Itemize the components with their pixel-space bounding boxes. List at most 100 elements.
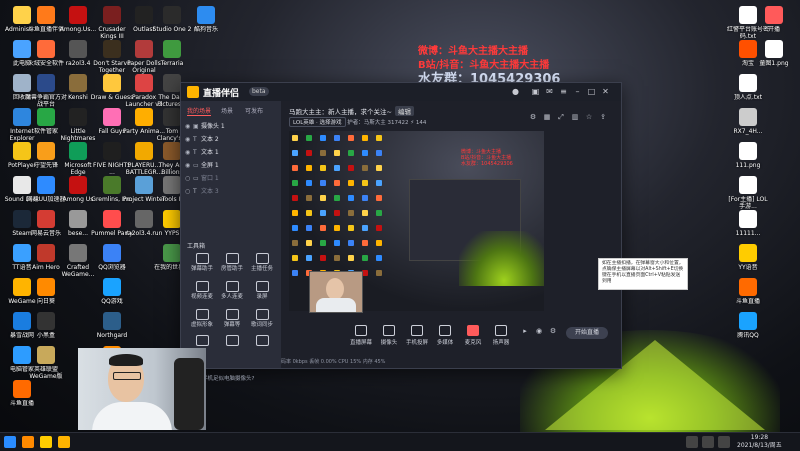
preview-icon — [306, 255, 312, 261]
maximize-icon[interactable]: □ — [587, 87, 596, 96]
source-item[interactable]: ◉ T 文本 2 — [185, 134, 277, 145]
preview-icon — [306, 240, 312, 246]
preview-icon — [306, 180, 312, 186]
preview-icon — [376, 135, 382, 141]
app-icon — [739, 278, 757, 296]
gear-icon[interactable]: ⚙ — [549, 327, 557, 335]
app-icon — [103, 176, 121, 194]
tool-record[interactable]: 录屏 — [247, 281, 277, 305]
tab-publishable[interactable]: 可发布 — [245, 106, 263, 115]
source-item[interactable]: ◉ ▣ 摄像头 1 — [185, 121, 277, 132]
share-icon[interactable]: ⇪ — [599, 113, 607, 121]
microphone-button[interactable]: 麦克风 — [459, 325, 487, 346]
preview-icon — [334, 210, 340, 216]
toolbox-title: 工具箱 — [187, 243, 206, 250]
tray-icon[interactable] — [702, 436, 714, 448]
control-label: 手机投屏 — [405, 340, 428, 346]
tool-avatar[interactable]: 虚拟形象 — [187, 309, 217, 333]
source-item[interactable]: ○ ▭ 窗口 1 — [185, 173, 277, 184]
category-selector[interactable]: LOL英雄 · 选择游戏 — [289, 117, 346, 127]
desktop-icon-label: 腾讯QQ — [737, 332, 759, 339]
close-icon[interactable]: ✕ — [601, 87, 610, 96]
tool-streamer-tasks[interactable]: 主播任务 — [247, 253, 277, 277]
app-icon — [739, 244, 757, 262]
app-icon — [197, 6, 215, 24]
app-logo-icon — [187, 86, 199, 98]
media-button[interactable]: 多媒体 — [431, 325, 459, 346]
app-icon — [163, 74, 181, 92]
preview-icon — [348, 255, 354, 261]
speaker-icon — [495, 325, 507, 336]
system-clock[interactable]: 19:28 2021/8/13/周五 — [737, 434, 782, 450]
chart-icon[interactable]: ▥ — [571, 113, 579, 121]
screen-capture-button[interactable]: 直播屏幕 — [347, 325, 375, 346]
layout-icon[interactable]: ▦ — [543, 113, 551, 121]
app-icon — [37, 210, 55, 228]
tool-multi-link[interactable]: 多人连麦 — [217, 281, 247, 305]
eye-icon[interactable]: ◉ — [185, 134, 193, 145]
tab-my-scenes[interactable]: 我的场景 — [187, 106, 212, 116]
preview-icon — [292, 135, 298, 141]
taskbar-app-icon[interactable] — [40, 436, 52, 448]
preview-icon — [362, 240, 368, 246]
app-icon — [103, 6, 121, 24]
preview-icon — [348, 240, 354, 246]
stream-panel: 马跑大主主：新人主播，求个关注~ 编辑 LOL英雄 · 选择游戏 护者：马斯大主 … — [281, 101, 621, 368]
eye-hidden-icon[interactable]: ○ — [185, 173, 193, 184]
taskbar-app-icon[interactable] — [58, 436, 70, 448]
gift-icon[interactable]: ▣ — [531, 87, 540, 96]
start-live-button[interactable]: 开始直播 — [566, 327, 608, 339]
preview-icon — [292, 255, 298, 261]
desktop-icon[interactable]: 斗鱼直播 — [0, 380, 44, 420]
eye-hidden-icon[interactable]: ○ — [185, 186, 193, 197]
eye-icon[interactable]: ◉ — [185, 147, 193, 158]
task-icon — [255, 253, 269, 264]
preview-icon — [376, 240, 382, 246]
tool-label: 弹幕等 — [223, 322, 241, 328]
menu-icon[interactable]: ≡ — [559, 87, 568, 96]
fullscreen-icon[interactable]: ⤢ — [557, 113, 565, 121]
eye-icon[interactable]: ◉ — [535, 327, 543, 335]
tool-lyrics-sync[interactable]: 歌词同步 — [247, 309, 277, 333]
tool-room-manager[interactable]: 房管助手 — [217, 253, 247, 277]
app-icon — [163, 244, 181, 262]
eye-icon[interactable]: ◉ — [185, 160, 193, 171]
mail-icon[interactable]: ✉ — [545, 87, 554, 96]
source-item[interactable]: ○ T 文本 3 — [185, 186, 277, 197]
scene-panel: 我的场景 场景 可发布 ◉ ▣ 摄像头 1 ◉ T 文本 2 ◉ T 文本 1 ◉ ▭ 全屏 1… — [181, 101, 282, 382]
tray-icon[interactable] — [686, 436, 698, 448]
phone-icon — [411, 325, 423, 336]
tab-scenes[interactable]: 场景 — [221, 106, 233, 115]
desktop-icon[interactable]: 英雄联盟WeGame版 — [24, 346, 68, 386]
eye-icon[interactable]: ◉ — [185, 121, 193, 132]
avatar-icon[interactable]: ● — [511, 87, 520, 96]
tool-danmaku-assistant[interactable]: 弹幕助手 — [187, 253, 217, 277]
source-item[interactable]: ◉ ▭ 全屏 1 — [185, 160, 277, 171]
tool-label: 多人连麦 — [220, 294, 243, 300]
desktop-icon[interactable]: 酷狗音乐 — [184, 6, 228, 46]
phone-cast-button[interactable]: 手机投屏 — [403, 325, 431, 346]
volume-icon[interactable] — [718, 436, 730, 448]
source-item[interactable]: ◉ T 文本 1 — [185, 147, 277, 158]
preview-icon — [348, 195, 354, 201]
start-menu-icon[interactable] — [4, 436, 16, 448]
desktop-icon[interactable]: 腾讯QQ — [726, 312, 770, 352]
desktop-icon-label: 小黑盒 — [36, 332, 55, 339]
tool-more-2[interactable] — [217, 335, 247, 359]
face — [326, 278, 344, 300]
expand-icon[interactable]: ▸ — [521, 327, 529, 335]
tool-video-link[interactable]: 视频连麦 — [187, 281, 217, 305]
tool-danmaku-effects[interactable]: 弹幕等 — [217, 309, 247, 333]
preview-icon — [306, 165, 312, 171]
tool-more-3[interactable] — [247, 335, 277, 359]
taskbar-app-icon[interactable] — [22, 436, 34, 448]
minimize-icon[interactable]: – — [573, 87, 582, 96]
settings-icon[interactable]: ⚙ — [529, 113, 537, 121]
speaker-button[interactable]: 扬声器 — [487, 325, 515, 346]
edit-title-button[interactable]: 编辑 — [394, 106, 414, 116]
star-icon[interactable]: ☆ — [585, 113, 593, 121]
camera-button[interactable]: 摄像头 — [375, 325, 403, 346]
tool-label: 主播任务 — [250, 266, 273, 272]
desktop-icon-label: RX7_4H... — [733, 128, 763, 135]
hint-tooltip: 如在主播扣播，在弹幕窗大小和位置，点确保主播屏幕以对Alt+Shift+E切换键… — [598, 258, 688, 290]
